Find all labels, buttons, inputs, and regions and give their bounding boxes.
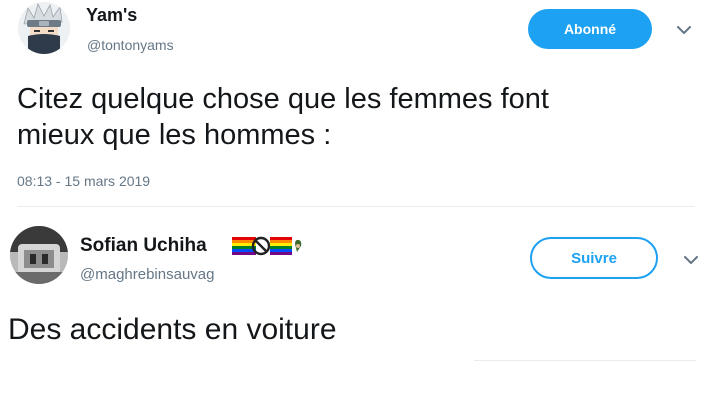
divider	[474, 360, 696, 361]
tweet-text: Des accidents en voiture	[8, 313, 337, 346]
avatar-image	[18, 2, 70, 54]
avatar[interactable]	[18, 2, 70, 54]
emoji-flags-icon	[232, 236, 302, 256]
chevron-down-icon[interactable]	[674, 20, 694, 40]
follow-button[interactable]: Suivre	[530, 237, 658, 279]
rainbow-flag-icon	[270, 237, 292, 255]
author-handle[interactable]: @tontonyams	[87, 37, 174, 53]
avatar[interactable]	[10, 226, 68, 284]
avatar-image	[10, 226, 68, 284]
following-button[interactable]: Abonné	[528, 9, 652, 49]
tweet-screenshot: Yam's @tontonyams Abonné Citez quelque c…	[0, 0, 720, 405]
author-name[interactable]: Yam's	[86, 5, 137, 26]
author-handle[interactable]: @maghrebinsauvag	[80, 266, 214, 283]
original-tweet: Yam's @tontonyams Abonné Citez quelque c…	[0, 0, 720, 205]
chevron-down-icon[interactable]	[681, 250, 701, 270]
tweet-text: Citez quelque chose que les femmes font …	[17, 81, 549, 153]
tweet-timestamp[interactable]: 08:13 - 15 mars 2019	[17, 173, 150, 189]
author-name[interactable]: Sofian Uchiha	[80, 235, 207, 257]
heart-hand-icon	[295, 239, 302, 252]
tweet-text-line: Citez quelque chose que les femmes font	[17, 83, 549, 115]
divider	[17, 206, 695, 207]
tweet-text-line: mieux que les hommes :	[17, 119, 332, 151]
